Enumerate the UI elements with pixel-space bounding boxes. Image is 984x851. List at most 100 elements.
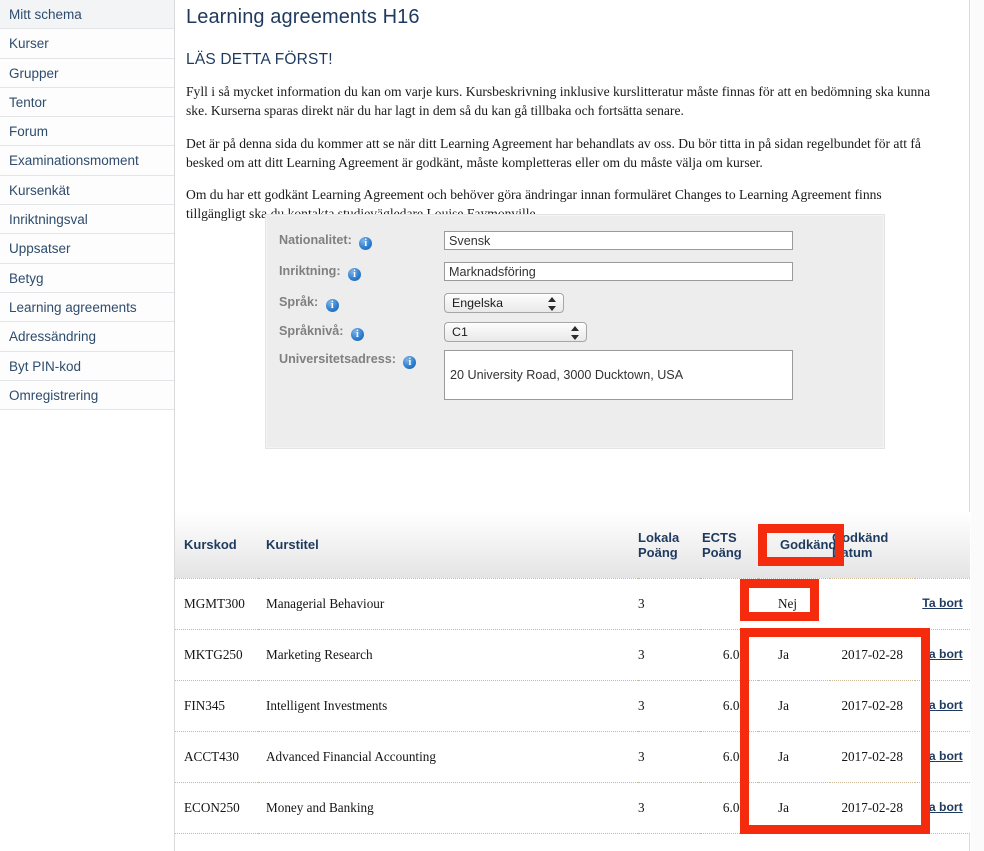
cell-lokala: 3 xyxy=(638,629,700,681)
sprak-select-value: Engelska xyxy=(452,296,503,310)
col-header-lokala-poang[interactable]: Lokala Poäng xyxy=(638,512,700,579)
remove-link-line2: bort xyxy=(939,647,963,661)
label-nationalitet-text: Nationalitet: xyxy=(279,233,352,247)
courses-table: Kurskod Kurstitel Lokala Poäng ECTS Poän… xyxy=(175,512,970,834)
remove-link-line2: bort xyxy=(939,749,963,763)
remove-course-link[interactable]: Ta bort xyxy=(915,595,970,612)
right-gutter xyxy=(971,0,984,851)
col-header-godkand-datum[interactable]: Godkänd Datum xyxy=(830,512,915,579)
remove-course-link[interactable]: Ta bort xyxy=(915,799,970,816)
cell-actions: Ta bort xyxy=(915,782,970,834)
cell-kurskod: MGMT300 xyxy=(175,578,258,630)
table-row: FIN345 Intelligent Investments 3 6.00 Ja… xyxy=(175,680,970,732)
remove-course-link[interactable]: Ta bort xyxy=(915,646,970,663)
col-header-godkand[interactable]: Godkänd xyxy=(758,512,836,579)
sidebar-item-omregistrering[interactable]: Omregistrering xyxy=(0,380,174,411)
label-spraknivaa: Språknivå: i xyxy=(279,322,364,341)
col-header-datum-line1: Godkänd xyxy=(832,529,889,545)
label-sprak-text: Språk: xyxy=(279,295,319,309)
cell-kurstitel: Marketing Research xyxy=(258,629,638,681)
table-row: MGMT300 Managerial Behaviour 3 Nej Ta bo… xyxy=(175,578,970,630)
cell-datum: 2017-02-28 xyxy=(830,731,915,783)
form-row-spraknivaa: Språknivå: i C1 xyxy=(266,322,886,348)
remove-link-line1: Ta xyxy=(922,596,936,610)
info-icon-nationalitet[interactable]: i xyxy=(359,237,373,250)
col-header-ects-line2: Poäng xyxy=(702,544,742,560)
info-icon-universitetsadress[interactable]: i xyxy=(403,356,417,369)
cell-kurstitel: Money and Banking xyxy=(258,782,638,834)
sidebar-item-adressandring[interactable]: Adressändring xyxy=(0,322,174,352)
remove-link-line2: bort xyxy=(939,698,963,712)
cell-kurskod: ACCT430 xyxy=(175,731,258,783)
sidebar-item-betyg[interactable]: Betyg xyxy=(0,263,174,293)
remove-course-link[interactable]: Ta bort xyxy=(915,697,970,714)
cell-datum xyxy=(830,578,915,630)
cell-godkand: Nej xyxy=(758,578,830,630)
table-row: ACCT430 Advanced Financial Accounting 3 … xyxy=(175,731,970,783)
label-nationalitet: Nationalitet: i xyxy=(279,231,373,250)
label-spraknivaa-text: Språknivå: xyxy=(279,324,344,338)
col-header-kurskod[interactable]: Kurskod xyxy=(175,512,258,579)
info-icon-inriktning[interactable]: i xyxy=(348,268,362,281)
sidebar-item-kursenkat[interactable]: Kursenkät xyxy=(0,175,174,206)
info-icon-spraknivaa[interactable]: i xyxy=(350,328,364,341)
cell-actions: Ta bort xyxy=(915,731,970,783)
info-icon-sprak[interactable]: i xyxy=(325,299,339,312)
universitetsadress-textarea[interactable]: 20 University Road, 3000 Ducktown, USA xyxy=(444,350,793,400)
cell-actions: Ta bort xyxy=(915,680,970,732)
intro-paragraph-1: Fyll i så mycket information du kan om v… xyxy=(186,84,931,119)
cell-ects: 6.00 xyxy=(700,680,758,732)
cell-kurskod: FIN345 xyxy=(175,680,258,732)
form-row-nationalitet: Nationalitet: i xyxy=(266,231,886,257)
cell-kurstitel: Advanced Financial Accounting xyxy=(258,731,638,783)
spraknivaa-select-value: C1 xyxy=(452,325,468,339)
sidebar-item-kurser[interactable]: Kurser xyxy=(0,29,174,59)
cell-godkand: Ja xyxy=(758,731,830,783)
inriktning-input[interactable] xyxy=(444,262,793,281)
col-header-datum-line2: Datum xyxy=(832,544,873,560)
cell-ects xyxy=(700,578,758,630)
spraknivaa-select[interactable]: C1 xyxy=(444,322,587,342)
col-header-kurstitel[interactable]: Kurstitel xyxy=(258,512,638,579)
remove-link-line1: Ta xyxy=(922,749,936,763)
sidebar-item-grupper[interactable]: Grupper xyxy=(0,58,174,88)
cell-kurstitel: Intelligent Investments xyxy=(258,680,638,732)
sidebar-item-mitt-schema[interactable]: Mitt schema xyxy=(0,0,174,30)
cell-lokala: 3 xyxy=(638,578,700,630)
intro-paragraph-2: Det är på denna sida du kommer att se nä… xyxy=(186,135,921,170)
remove-link-line1: Ta xyxy=(922,800,936,814)
sidebar-item-forum[interactable]: Forum xyxy=(0,117,174,147)
col-header-ects-poang[interactable]: ECTS Poäng xyxy=(700,512,758,579)
remove-link-line1: Ta xyxy=(922,698,936,712)
col-header-lokala-line1: Lokala xyxy=(638,529,680,545)
cell-datum: 2017-02-28 xyxy=(830,782,915,834)
cell-lokala: 3 xyxy=(638,731,700,783)
nationalitet-input[interactable] xyxy=(444,231,793,250)
sidebar-item-examinationsmoment[interactable]: Examinationsmoment xyxy=(0,146,174,176)
cell-ects: 6.00 xyxy=(700,629,758,681)
cell-godkand: Ja xyxy=(758,629,830,681)
col-header-actions xyxy=(915,512,970,579)
courses-table-head: Kurskod Kurstitel Lokala Poäng ECTS Poän… xyxy=(175,512,970,579)
table-row: ECON250 Money and Banking 3 6.00 Ja 2017… xyxy=(175,782,970,834)
remove-link-line1: Ta xyxy=(922,647,936,661)
label-inriktning: Inriktning: i xyxy=(279,262,362,281)
courses-table-body: MGMT300 Managerial Behaviour 3 Nej Ta bo… xyxy=(175,578,970,834)
label-universitetsadress: Universitetsadress: i xyxy=(279,350,417,369)
sidebar-item-learning-agreements[interactable]: Learning agreements xyxy=(0,292,174,323)
form-row-inriktning: Inriktning: i xyxy=(266,262,886,288)
remove-course-link[interactable]: Ta bort xyxy=(915,748,970,765)
sidebar-item-tentor[interactable]: Tentor xyxy=(0,87,174,118)
cell-ects: 6.00 xyxy=(700,731,758,783)
sidebar-item-inriktningsval[interactable]: Inriktningsval xyxy=(0,205,174,235)
form-row-universitetsadress: Universitetsadress: i 20 University Road… xyxy=(266,350,886,410)
sidebar-item-byt-pin-kod[interactable]: Byt PIN-kod xyxy=(0,351,174,381)
sidebar-item-uppsatser[interactable]: Uppsatser xyxy=(0,234,174,264)
sprak-select[interactable]: Engelska xyxy=(444,293,564,313)
courses-table-wrapper: Kurskod Kurstitel Lokala Poäng ECTS Poän… xyxy=(175,512,970,834)
cell-datum: 2017-02-28 xyxy=(830,680,915,732)
remove-link-line2: bort xyxy=(939,800,963,814)
cell-kurskod: MKTG250 xyxy=(175,629,258,681)
sidebar-navigation: Mitt schema Kurser Grupper Tentor Forum … xyxy=(0,0,175,851)
col-header-ects-line1: ECTS xyxy=(702,529,737,545)
